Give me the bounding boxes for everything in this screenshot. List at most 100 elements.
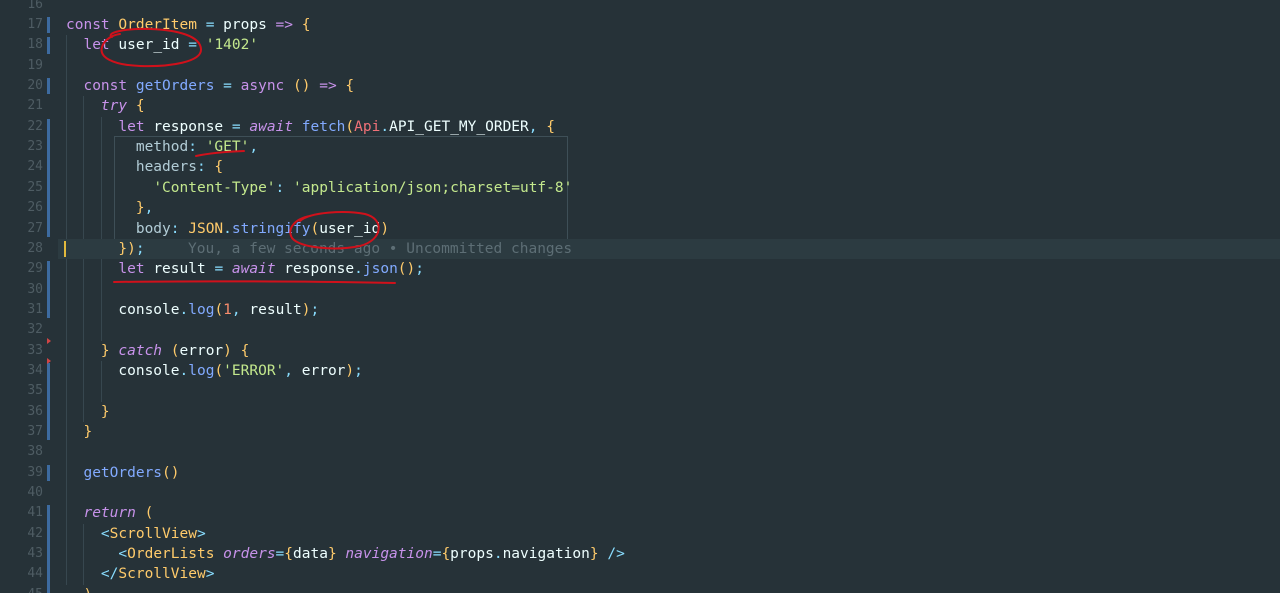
code-line[interactable]: </ScrollView> <box>66 564 1280 584</box>
code-line[interactable]: <ScrollView> <box>66 524 1280 544</box>
code-token: let <box>118 261 145 278</box>
code-token: body <box>135 220 171 237</box>
code-token: } <box>135 200 145 217</box>
code-line[interactable]: let response = await fetch(Api.API_GET_M… <box>66 117 1280 137</box>
code-line[interactable]: } <box>66 402 1280 422</box>
code-token: ) <box>345 362 355 379</box>
code-token: user_id <box>319 220 381 237</box>
code-line[interactable]: ) <box>66 585 1280 593</box>
current-code-line[interactable]: }); You, a few seconds ago • Uncommitted … <box>58 238 1280 260</box>
code-line[interactable]: getOrders() <box>66 463 1280 483</box>
code-token: { <box>240 342 250 359</box>
code-token: < <box>100 525 110 542</box>
code-token: { <box>214 159 224 176</box>
code-line[interactable] <box>66 320 1280 340</box>
code-token: ) <box>223 342 241 359</box>
code-token: , <box>528 118 547 135</box>
code-line[interactable]: } <box>66 422 1280 442</box>
code-line[interactable] <box>66 483 1280 503</box>
code-line[interactable]: return ( <box>66 503 1280 523</box>
code-token: = <box>214 261 232 278</box>
code-token: JSON <box>188 220 224 237</box>
code-line[interactable]: let user_id = '1402' <box>66 35 1280 55</box>
code-line[interactable]: try { <box>66 96 1280 116</box>
code-line[interactable]: }, <box>66 198 1280 218</box>
code-line[interactable]: <OrderLists orders={data} navigation={pr… <box>66 544 1280 564</box>
code-token: : <box>196 159 215 176</box>
code-line[interactable]: body: JSON.stringify(user_id) <box>66 219 1280 239</box>
code-token: ( <box>162 342 180 359</box>
code-line[interactable] <box>66 381 1280 401</box>
code-token: 'GET' <box>205 139 250 156</box>
code-token: response <box>144 118 232 135</box>
code-token: = <box>196 17 224 33</box>
code-token: , <box>231 301 250 318</box>
code-token: () <box>397 261 416 278</box>
code-token: { <box>441 546 451 563</box>
code-token: ; <box>415 261 424 278</box>
code-token: } <box>100 403 110 420</box>
code-token: log <box>188 301 215 318</box>
code-token: () <box>162 464 180 481</box>
code-token: > <box>196 525 206 542</box>
code-token: data <box>293 546 328 563</box>
code-editor[interactable]: 16 17 18 19 20 21 22 23 24 25 26 27 28 29 30 31 32 33 34 35… <box>0 0 1280 593</box>
code-token: . <box>380 118 390 135</box>
code-token: ( <box>135 505 154 522</box>
code-token: getOrders <box>83 464 163 481</box>
code-line[interactable] <box>66 280 1280 300</box>
code-token: } <box>589 546 599 563</box>
code-token: OrderItem <box>118 17 197 33</box>
code-token: error <box>179 342 224 359</box>
code-line[interactable]: headers: { <box>66 157 1280 177</box>
code-token: , <box>249 139 259 156</box>
code-token: => <box>319 78 346 95</box>
code-token: : <box>275 179 293 196</box>
code-line[interactable]: } catch (error) { <box>66 341 1280 361</box>
code-line[interactable]: method: 'GET', <box>66 137 1280 157</box>
code-token: . <box>354 261 363 278</box>
code-token: = <box>231 118 250 135</box>
code-token: stringify <box>231 220 311 237</box>
code-token: '1402' <box>205 37 259 54</box>
code-token: : <box>170 220 189 237</box>
code-line[interactable]: console.log('ERROR', error); <box>66 361 1280 381</box>
code-token: await <box>249 118 294 135</box>
code-token: navigation <box>336 546 433 563</box>
code-line[interactable]: let result = await response.json(); <box>66 259 1280 279</box>
code-line[interactable] <box>66 442 1280 462</box>
code-token: } <box>327 546 337 563</box>
code-token: ( <box>214 362 224 379</box>
code-token: Api <box>354 118 381 135</box>
code-token: method <box>135 139 189 156</box>
code-token: } <box>100 342 119 359</box>
code-token: OrderLists <box>127 546 215 563</box>
code-token: fetch <box>293 118 346 135</box>
code-token: log <box>188 362 215 379</box>
code-token: () <box>284 78 320 95</box>
code-token: , <box>144 200 154 217</box>
code-line[interactable]: 'Content-Type': 'application/json;charse… <box>66 178 1280 198</box>
code-token: . <box>223 220 232 237</box>
code-line[interactable] <box>66 56 1280 76</box>
code-token: getOrders <box>135 78 215 95</box>
code-token: ( <box>214 301 224 318</box>
code-area[interactable]: const OrderItem = props => { let user_id… <box>0 0 1280 593</box>
code-token: = <box>214 78 241 95</box>
code-token: { <box>301 17 311 33</box>
code-line[interactable]: const OrderItem = props => { <box>66 15 1280 35</box>
code-line[interactable]: console.log(1, result); <box>66 300 1280 320</box>
code-token: , <box>284 362 302 379</box>
code-token: /> <box>598 546 625 563</box>
code-line[interactable]: const getOrders = async () => { <box>66 76 1280 96</box>
code-line[interactable] <box>66 0 1280 15</box>
code-token: ; <box>135 240 145 257</box>
code-token: ; <box>354 362 363 379</box>
